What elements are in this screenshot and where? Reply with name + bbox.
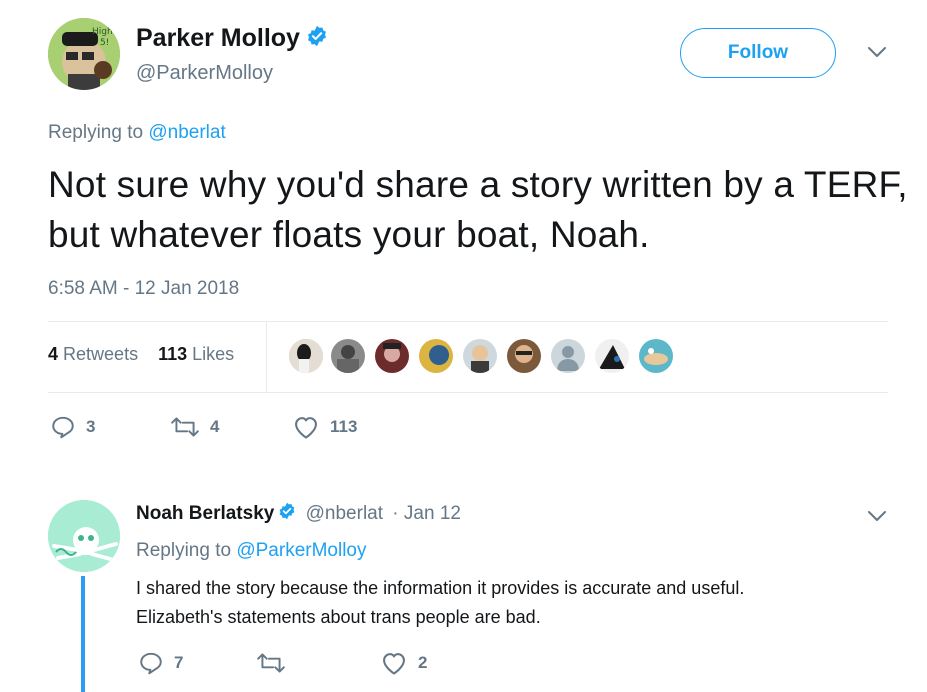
reply-action[interactable]: 3: [50, 414, 95, 440]
liker-avatar[interactable]: [462, 338, 498, 374]
retweet-action[interactable]: 4: [170, 414, 219, 440]
engagement-stats: 4 Retweets 113 Likes: [48, 344, 234, 365]
reply-author-handle[interactable]: @nberlat: [306, 503, 383, 524]
liker-avatar[interactable]: [330, 338, 366, 374]
tweet-timestamp[interactable]: 6:58 AM - 12 Jan 2018: [48, 278, 239, 300]
retweets-label: Retweets: [63, 344, 139, 364]
svg-text:High: High: [92, 27, 113, 37]
svg-text:5!: 5!: [100, 38, 109, 48]
likes-label: Likes: [192, 344, 235, 364]
liker-avatar[interactable]: [550, 338, 586, 374]
like-count: 113: [330, 417, 358, 436]
heart-icon: [383, 653, 405, 675]
retweet-icon: [171, 417, 199, 437]
retweet-action[interactable]: [256, 650, 296, 676]
liker-avatar[interactable]: [506, 338, 542, 374]
follow-button[interactable]: Follow: [680, 28, 836, 78]
replying-prefix: Replying to: [136, 540, 232, 561]
like-action[interactable]: 113: [292, 414, 357, 440]
retweets-stat[interactable]: 4 Retweets: [48, 344, 138, 364]
thread-connector: [81, 576, 85, 692]
liker-avatar[interactable]: [288, 338, 324, 374]
liker-avatar[interactable]: [374, 338, 410, 374]
reply-header: Noah Berlatsky @nberlat · Jan 12: [136, 502, 461, 526]
likes-stat[interactable]: 113 Likes: [158, 344, 234, 364]
stats-divider: [266, 322, 267, 392]
like-count: 2: [418, 653, 428, 672]
replying-prefix: Replying to: [48, 122, 144, 143]
verified-badge-icon: [306, 25, 328, 54]
reply-action[interactable]: 7: [138, 650, 183, 676]
replying-to-link[interactable]: @ParkerMolloy: [236, 540, 366, 561]
liker-avatar[interactable]: [418, 338, 454, 374]
retweets-count: 4: [48, 344, 59, 364]
heart-icon: [295, 417, 317, 439]
author-handle[interactable]: @ParkerMolloy: [136, 62, 273, 85]
like-action[interactable]: 2: [380, 650, 427, 676]
tweet-text: Not sure why you'd share a story written…: [48, 164, 908, 255]
author-name-text[interactable]: Parker Molloy: [136, 24, 300, 52]
reply-icon: [140, 652, 162, 675]
reply-count: 3: [86, 417, 96, 436]
liker-avatar[interactable]: [594, 338, 630, 374]
author-avatar[interactable]: High 5!: [48, 18, 120, 90]
reply-text-line: Elizabeth's statements about trans peopl…: [136, 607, 541, 627]
reply-author-avatar[interactable]: [48, 500, 120, 572]
replying-to-line: Replying to @nberlat: [48, 122, 226, 144]
reply-count: 7: [174, 653, 184, 672]
divider: [48, 392, 888, 393]
likes-count: 113: [158, 344, 188, 364]
replying-to-link[interactable]: @nberlat: [148, 122, 225, 143]
author-name[interactable]: Parker Molloy: [136, 24, 328, 54]
reply-date[interactable]: · Jan 12: [392, 503, 461, 524]
retweet-icon: [257, 653, 285, 673]
reply-icon: [52, 416, 74, 439]
liker-avatar[interactable]: [638, 338, 674, 374]
chevron-down-icon[interactable]: [866, 44, 888, 65]
reply-author-name[interactable]: Noah Berlatsky: [136, 503, 274, 524]
verified-badge-icon: [278, 502, 296, 526]
retweet-count: 4: [210, 417, 220, 436]
reply-text-line: I shared the story because the informati…: [136, 578, 745, 598]
chevron-down-icon[interactable]: [866, 508, 888, 529]
reply-text: I shared the story because the informati…: [136, 574, 896, 632]
divider: [48, 321, 888, 322]
reply-replying-to-line: Replying to @ParkerMolloy: [136, 540, 367, 562]
